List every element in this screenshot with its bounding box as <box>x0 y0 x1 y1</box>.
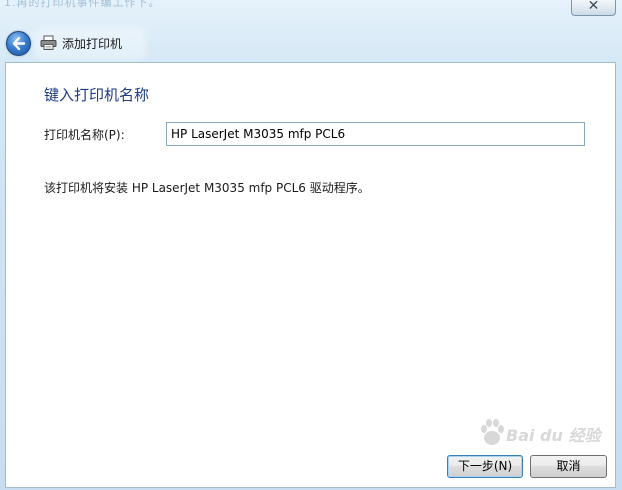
background-window-title: 1.再的打印机事件编工作下。 <box>4 0 161 9</box>
window-title: 添加打印机 <box>62 37 123 51</box>
printer-icon <box>40 35 57 50</box>
back-arrow-icon <box>12 36 26 51</box>
close-icon: ✕ <box>587 0 600 14</box>
close-button[interactable]: ✕ <box>571 0 616 16</box>
next-button[interactable]: 下一步(N) <box>447 455 523 478</box>
cancel-button[interactable]: 取消 <box>530 455 607 478</box>
driver-info-text: 该打印机将安装 HP LaserJet M3035 mfp PCL6 驱动程序。 <box>44 181 370 195</box>
back-button[interactable] <box>6 31 31 56</box>
page-heading: 键入打印机名称 <box>44 86 150 104</box>
printer-name-input[interactable] <box>166 122 585 146</box>
printer-name-label: 打印机名称(P): <box>44 128 125 142</box>
